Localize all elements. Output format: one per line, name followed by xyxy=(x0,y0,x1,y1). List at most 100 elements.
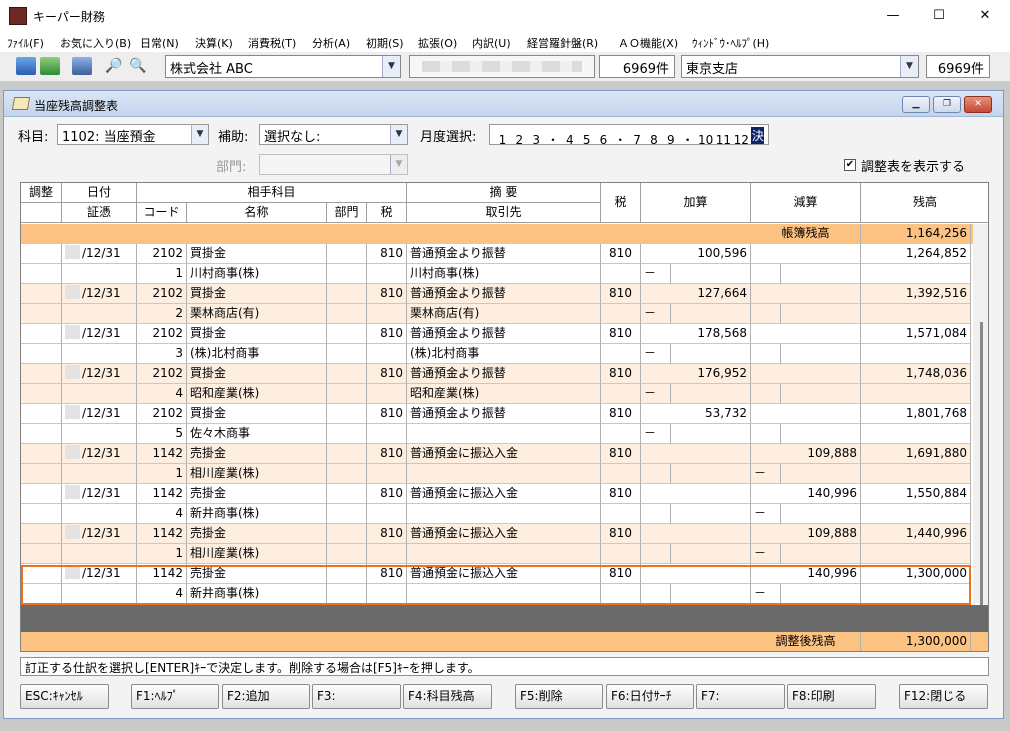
menu-daily[interactable]: 日常(N) xyxy=(140,35,179,51)
month-8[interactable]: 8 xyxy=(647,133,660,147)
month-9[interactable]: 9 xyxy=(664,133,677,147)
child-minimize-button[interactable]: ▁ xyxy=(902,96,930,113)
date-cell: /12/31 xyxy=(62,324,137,344)
subaccount-code-cell: 4 xyxy=(137,504,187,524)
month-12[interactable]: 12 xyxy=(734,133,749,147)
blurred-field xyxy=(409,55,595,78)
adjusted-balance-value: 1,300,000 xyxy=(861,632,971,651)
f8-print-button[interactable]: F8:印刷 xyxy=(787,684,876,709)
table-row-sub[interactable]: 1 相川産業(株) － xyxy=(21,544,971,564)
month-selector[interactable]: 1 2 3 ・ 4 5 6 ・ 7 8 9 ・ 10 11 12 決 xyxy=(489,124,769,147)
month-11[interactable]: 11 xyxy=(716,133,731,147)
menu-compass[interactable]: 経営羅針盤(R) xyxy=(527,35,598,51)
menu-ao[interactable]: ＡＯ機能(X) xyxy=(618,35,678,51)
menu-favorites[interactable]: お気に入り(B) xyxy=(60,35,131,51)
minimize-button[interactable]: — xyxy=(870,0,916,32)
f1-help-button[interactable]: F1:ﾍﾙﾌﾟ xyxy=(131,684,219,709)
image-icon[interactable] xyxy=(72,57,92,75)
vertical-scrollbar[interactable] xyxy=(973,224,988,612)
f3-button[interactable]: F3: xyxy=(312,684,401,709)
month-2[interactable]: 2 xyxy=(513,133,526,147)
zoom-in-icon[interactable]: 🔎 xyxy=(104,57,124,75)
menu-consumption-tax[interactable]: 消費税(T) xyxy=(248,35,296,51)
table-row-sub[interactable]: 5 佐々木商事 － xyxy=(21,424,971,444)
chevron-down-icon[interactable]: ▼ xyxy=(191,125,208,144)
table-row-sub[interactable]: 1 川村商事(株) 川村商事(株) － xyxy=(21,264,971,284)
subject-select[interactable]: 1102: 当座預金 ▼ xyxy=(57,124,209,145)
menu-closing[interactable]: 決算(K) xyxy=(195,35,233,51)
show-table-checkbox[interactable]: ✔ xyxy=(844,159,856,171)
table-row-sub[interactable]: 1 相川産業(株) － xyxy=(21,464,971,484)
month-closing-selected[interactable]: 決 xyxy=(751,127,765,144)
close-button[interactable]: ✕ xyxy=(962,0,1008,32)
header-add: 加算 xyxy=(641,183,751,223)
redacted-block xyxy=(422,61,582,72)
table-row-sub[interactable]: 3 (株)北村商事 (株)北村商事－ xyxy=(21,344,971,364)
aux-select[interactable]: 選択なし: ▼ xyxy=(259,124,408,145)
table-row[interactable]: /12/31 2102 買掛金 810 普通預金より振替 810 178,568 1,571,… xyxy=(21,324,971,344)
table-row[interactable]: /12/31 1142 売掛金 810 普通預金に振込入金 810 140,996 1,550… xyxy=(21,484,971,504)
maximize-button[interactable]: ☐ xyxy=(916,0,962,32)
zoom-out-icon[interactable]: 🔍 xyxy=(128,57,148,75)
table-row[interactable]: /12/31 2102 買掛金 810 普通預金より振替 810 127,664 1,392,… xyxy=(21,284,971,304)
month-7[interactable]: 7 xyxy=(631,133,644,147)
header-blank xyxy=(21,203,62,223)
company-select[interactable]: 株式会社 ABC ▼ xyxy=(165,55,401,78)
date-text: /12/31 xyxy=(82,486,121,500)
month-1[interactable]: 1 xyxy=(496,133,509,147)
month-10[interactable]: 10 xyxy=(698,133,713,147)
table-row-sub[interactable]: 4 昭和産業(株) 昭和産業(株) － xyxy=(21,384,971,404)
subtract-amount-cell xyxy=(751,244,861,264)
f5-delete-button[interactable]: F5:削除 xyxy=(515,684,603,709)
menu-initial[interactable]: 初期(S) xyxy=(366,35,404,51)
add-detail-cell xyxy=(671,264,751,284)
voucher-cell xyxy=(62,464,137,484)
header-voucher: 証憑 xyxy=(62,203,137,223)
account-name-cell: 売掛金 xyxy=(187,484,327,504)
table-row[interactable]: /12/31 2102 買掛金 810 普通預金より振替 810 100,596 1,264,… xyxy=(21,244,971,264)
account-name-cell: 売掛金 xyxy=(187,524,327,544)
f6-date-search-button[interactable]: F6:日付ｻｰﾁ xyxy=(606,684,694,709)
subtract-detail-cell xyxy=(781,424,861,444)
chevron-down-icon[interactable]: ▼ xyxy=(900,56,918,77)
add-amount-cell: 176,952 xyxy=(641,364,751,384)
balance-cell: 1,550,884 xyxy=(861,484,971,504)
summary-cell: 普通預金より振替 xyxy=(407,324,601,344)
menu-breakdown[interactable]: 内訳(U) xyxy=(472,35,511,51)
add-amount-cell xyxy=(641,524,751,544)
tax-class-cell: 810 xyxy=(367,444,407,464)
child-restore-button[interactable]: ❐ xyxy=(933,96,961,113)
branch-select[interactable]: 東京支店 ▼ xyxy=(681,55,919,78)
f12-close-button[interactable]: F12:閉じる xyxy=(899,684,988,709)
table-row-sub[interactable]: 2 栗林商店(有) 栗林商店(有) － xyxy=(21,304,971,324)
month-6[interactable]: 6 xyxy=(597,133,610,147)
refresh-icon[interactable] xyxy=(40,57,60,75)
f7-button[interactable]: F7: xyxy=(696,684,785,709)
month-4[interactable]: 4 xyxy=(563,133,576,147)
chevron-down-icon[interactable]: ▼ xyxy=(390,125,407,144)
f4-account-balance-button[interactable]: F4:科目残高 xyxy=(403,684,492,709)
add-mark-cell xyxy=(641,464,671,484)
tax-class-cell xyxy=(367,424,407,444)
menu-extend[interactable]: 拡張(O) xyxy=(418,35,457,51)
adjust-cell xyxy=(21,504,62,524)
balance-cell xyxy=(861,384,971,404)
open-icon[interactable] xyxy=(16,57,36,75)
month-5[interactable]: 5 xyxy=(580,133,593,147)
table-row-sub[interactable]: 4 新井商事(株) － xyxy=(21,504,971,524)
table-row[interactable]: /12/31 1142 売掛金 810 普通預金に振込入金 810 109,888 1,440… xyxy=(21,524,971,544)
table-row[interactable]: /12/31 2102 買掛金 810 普通預金より振替 810 53,732 1,801,7… xyxy=(21,404,971,424)
menu-analysis[interactable]: 分析(A) xyxy=(312,35,350,51)
table-row[interactable]: /12/31 1142 売掛金 810 普通預金に振込入金 810 109,888 1,691… xyxy=(21,444,971,464)
month-3[interactable]: 3 xyxy=(530,133,543,147)
chevron-down-icon[interactable]: ▼ xyxy=(382,56,400,77)
table-row[interactable]: /12/31 2102 買掛金 810 普通預金より振替 810 176,952 1,748,… xyxy=(21,364,971,384)
dept-cell xyxy=(327,304,367,324)
menu-file[interactable]: ﾌｧｲﾙ(F) xyxy=(7,35,44,51)
f2-add-button[interactable]: F2:追加 xyxy=(222,684,310,709)
menu-window-help[interactable]: ｳｨﾝﾄﾞｳ･ﾍﾙﾌﾟ(H) xyxy=(692,35,769,51)
esc-cancel-button[interactable]: ESC:ｷｬﾝｾﾙ xyxy=(20,684,109,709)
child-title-bar: 当座残高調整表 ▁ ❐ ✕ xyxy=(4,91,1003,117)
scrollbar-thumb[interactable] xyxy=(980,322,983,612)
child-close-button[interactable]: ✕ xyxy=(964,96,992,113)
